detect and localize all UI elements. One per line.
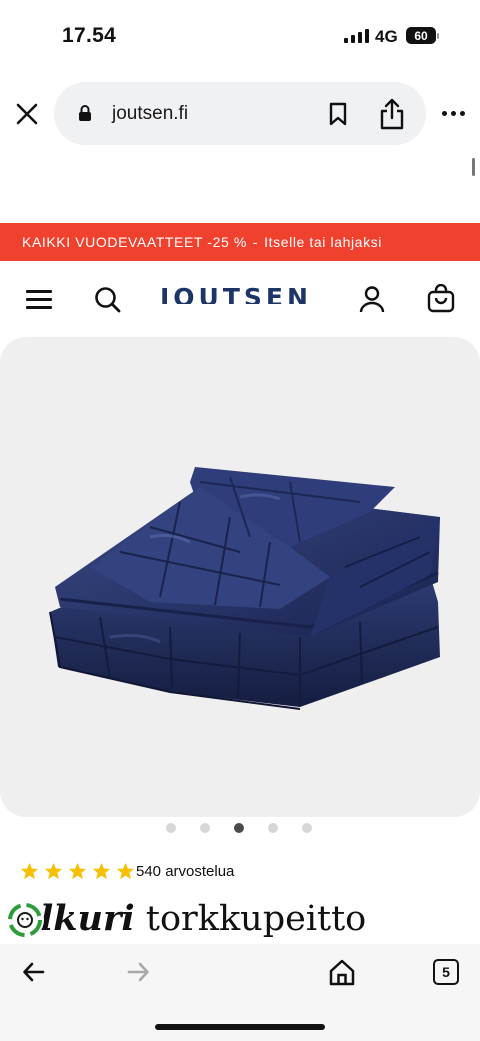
carousel-dots[interactable]: [166, 823, 312, 833]
tabs-count: 5: [442, 964, 450, 980]
share-icon[interactable]: [378, 97, 406, 136]
reviews-count[interactable]: 540 arvostelua: [136, 863, 234, 880]
chat-icon[interactable]: [6, 901, 44, 939]
search-icon[interactable]: [93, 285, 123, 320]
star-icon: [44, 862, 63, 880]
promo-text: KAIKKI VUODEVAATTEET -25 %: [22, 234, 247, 250]
lock-icon: [78, 104, 92, 127]
product-title-partial: lkuri: [40, 898, 135, 939]
address-bar[interactable]: [54, 82, 426, 145]
battery-nub: [437, 33, 439, 39]
carousel-dot[interactable]: [268, 823, 278, 833]
product-title-rest: torkkupeitto: [145, 899, 367, 939]
carousel-dot[interactable]: [200, 823, 210, 833]
forward-icon[interactable]: [126, 960, 150, 989]
carousel-dot-active[interactable]: [234, 823, 244, 833]
more-icon[interactable]: [442, 111, 465, 116]
menu-icon[interactable]: [26, 289, 52, 311]
signal-icon: [344, 29, 369, 43]
network-label: 4G: [375, 27, 398, 46]
star-icon: [20, 862, 39, 880]
rating-stars[interactable]: [20, 862, 135, 881]
bookmark-icon[interactable]: [327, 101, 349, 132]
promo-separator: -: [252, 234, 259, 250]
promo-banner[interactable]: KAIKKI VUODEVAATTEET -25 % - Itselle tai…: [0, 223, 480, 261]
product-image[interactable]: [0, 337, 480, 817]
url-text[interactable]: joutsen.fi: [112, 103, 188, 125]
account-icon[interactable]: [357, 284, 387, 319]
scrollbar[interactable]: [472, 158, 475, 176]
cart-icon[interactable]: [426, 283, 456, 319]
star-icon: [92, 862, 111, 880]
close-icon[interactable]: [14, 101, 40, 127]
back-icon[interactable]: [22, 960, 46, 989]
status-time: 17.54: [62, 24, 117, 47]
logo-text: JOUTSEN: [160, 284, 312, 304]
home-indicator[interactable]: [155, 1024, 325, 1030]
battery-icon: 60: [406, 27, 436, 44]
carousel-dot[interactable]: [302, 823, 312, 833]
product-title: lkuri torkkupeitto: [40, 898, 366, 939]
promo-link[interactable]: Itselle tai lahjaksi: [264, 234, 382, 250]
site-logo[interactable]: JOUTSEN: [160, 284, 320, 304]
star-icon: [116, 862, 135, 880]
star-icon: [68, 862, 87, 880]
battery-level: 60: [414, 28, 428, 43]
tabs-button[interactable]: 5: [433, 959, 459, 985]
carousel-dot[interactable]: [166, 823, 176, 833]
home-icon[interactable]: [328, 958, 356, 991]
